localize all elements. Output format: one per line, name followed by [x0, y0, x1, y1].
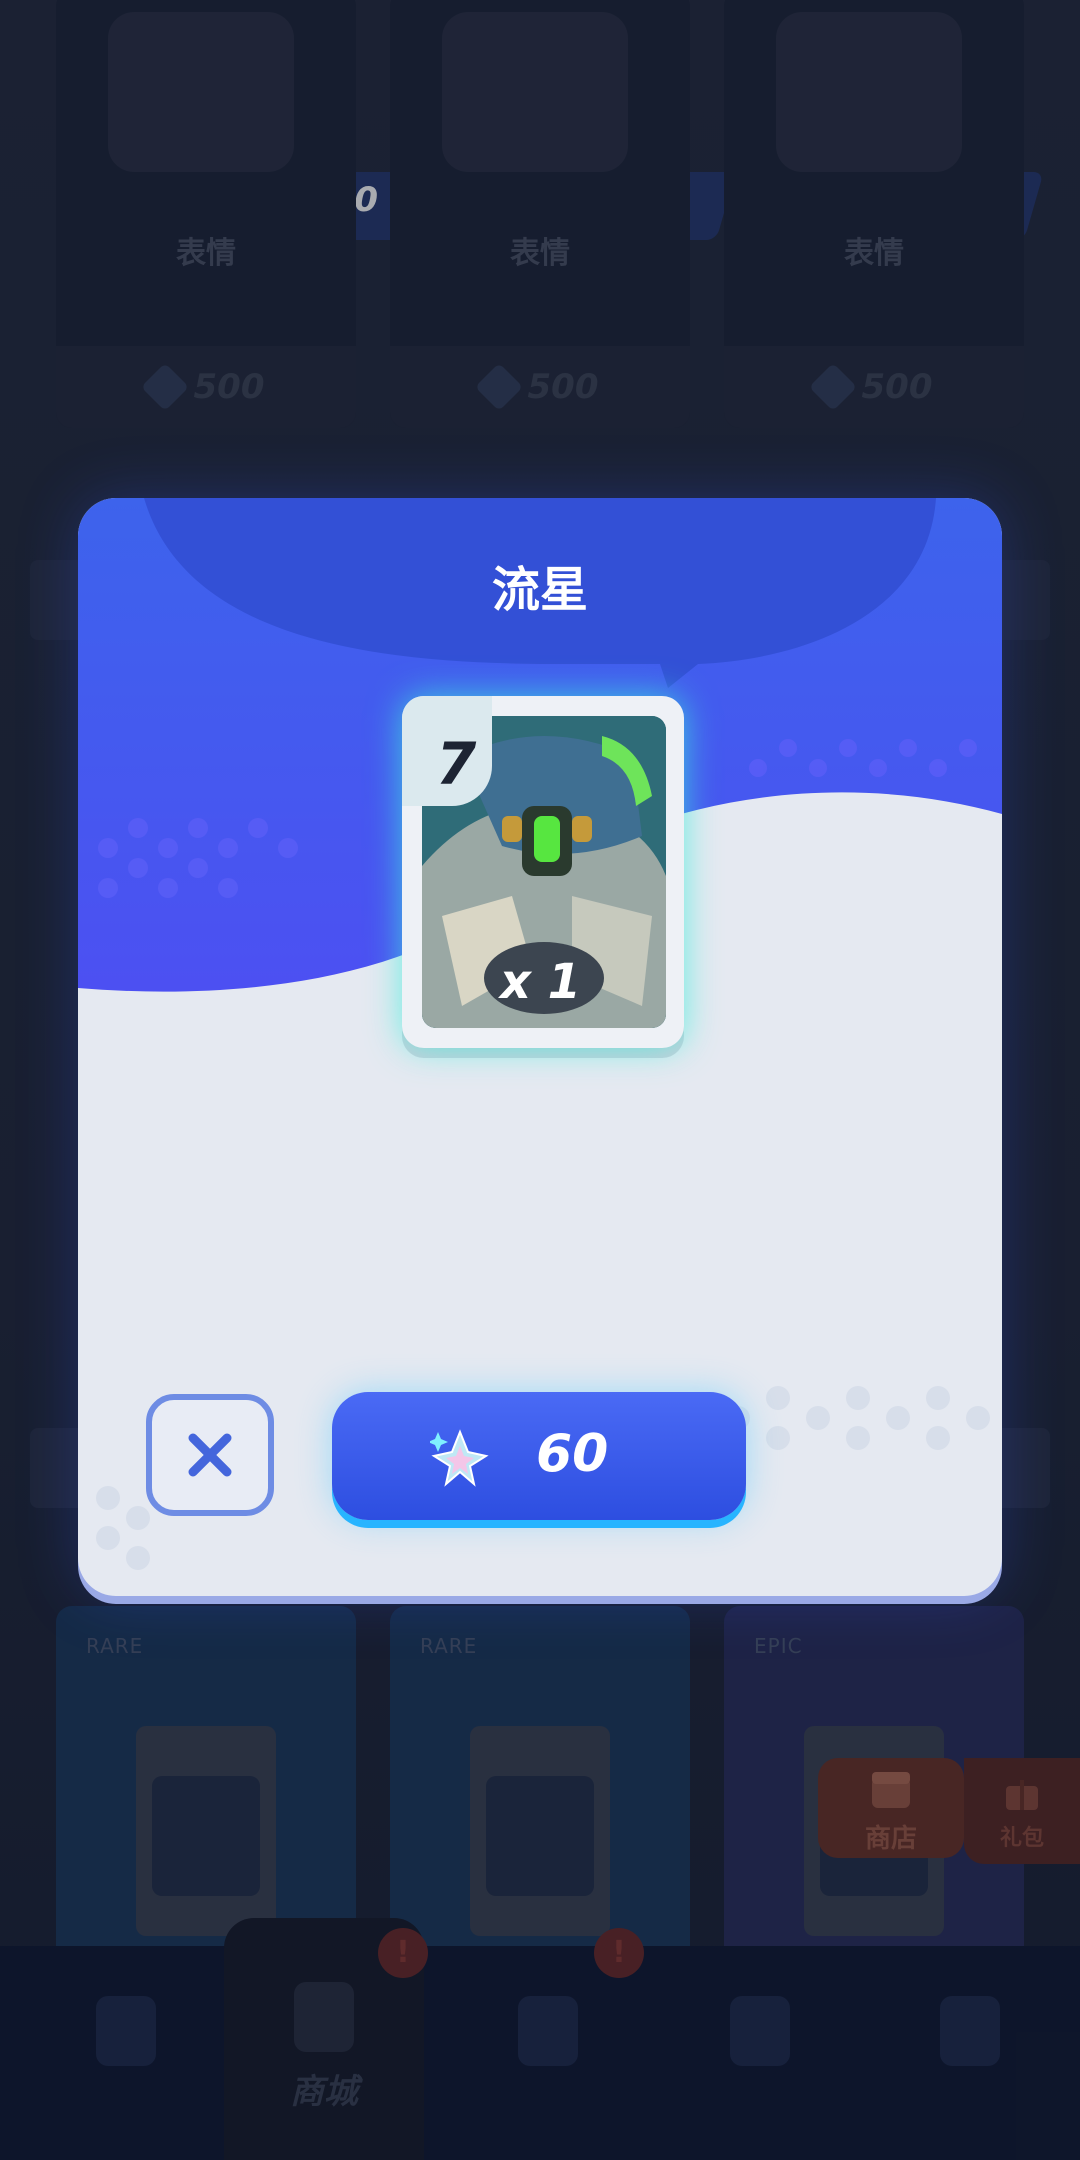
item-card[interactable]: 7 x 1	[402, 696, 684, 1048]
card-cost: 7	[436, 730, 477, 798]
star-shard-icon	[430, 1429, 489, 1487]
dialog-title: 流星	[491, 562, 588, 618]
cancel-button[interactable]	[146, 1394, 274, 1516]
buy-button[interactable]: 60	[332, 1392, 746, 1520]
card-quantity: x 1	[500, 954, 582, 1010]
close-icon	[188, 1433, 232, 1477]
buy-price: 60	[536, 1424, 609, 1484]
